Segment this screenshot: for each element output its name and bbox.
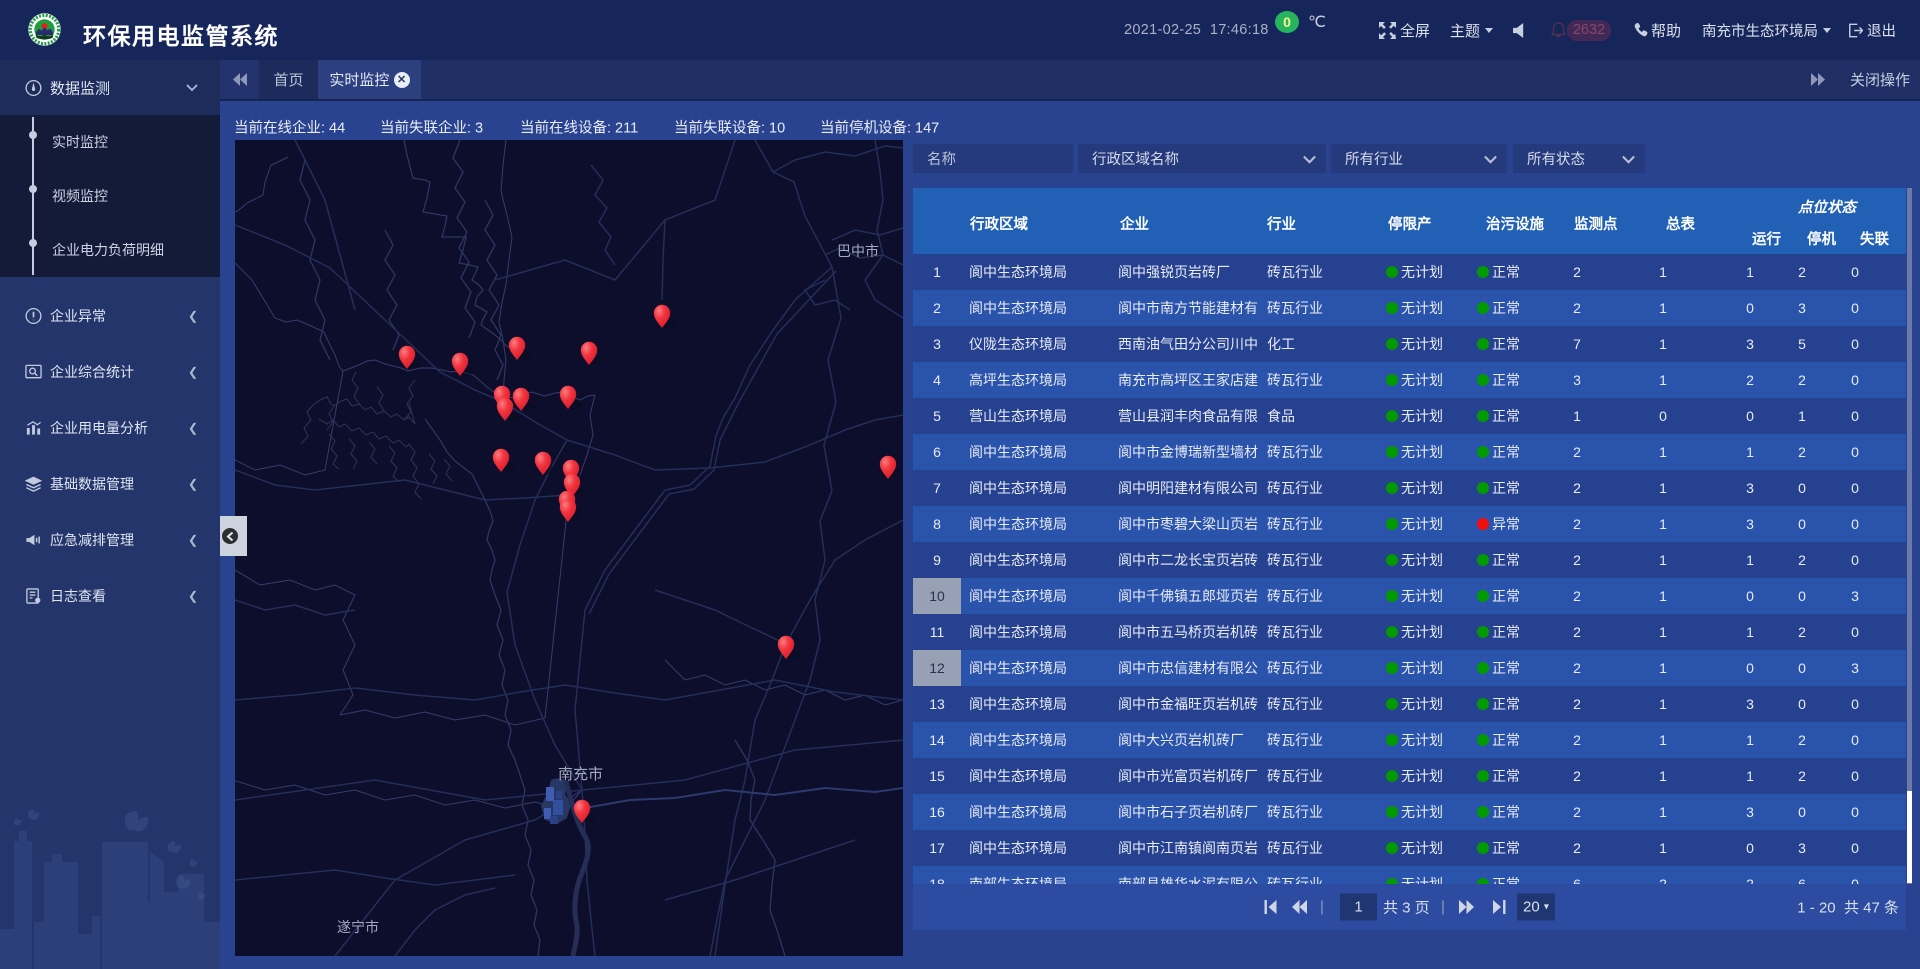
svg-text:巴中市: 巴中市 <box>837 243 879 259</box>
svg-text:南充市: 南充市 <box>558 766 603 783</box>
svg-text:遂宁市: 遂宁市 <box>337 919 379 935</box>
